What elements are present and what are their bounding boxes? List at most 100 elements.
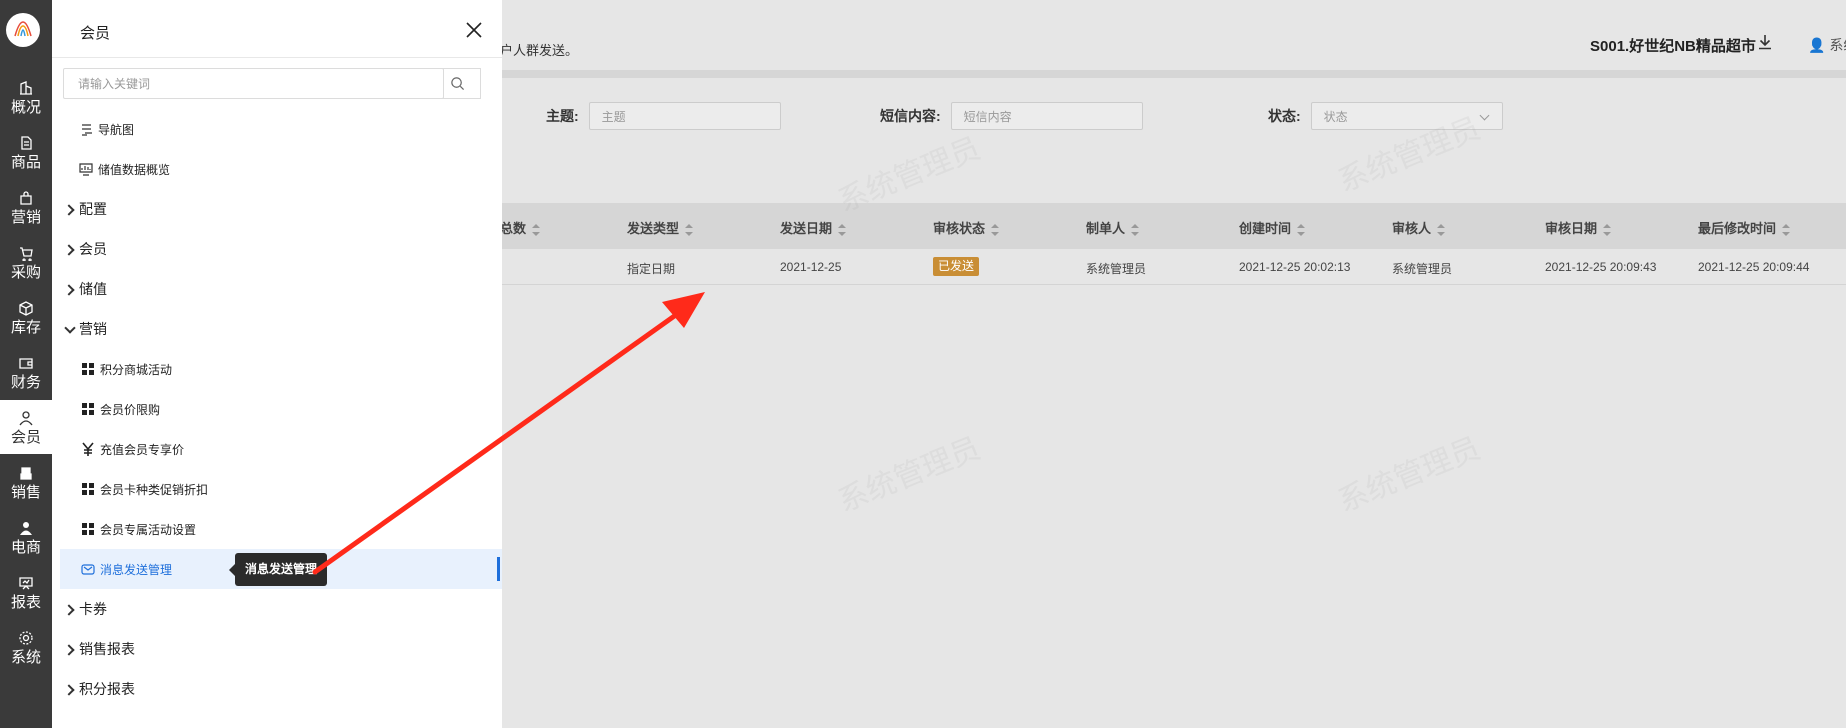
- rail-item-label: 系统: [10, 648, 41, 666]
- cell-send-type: 指定日期: [627, 262, 676, 276]
- sort-icon[interactable]: [1297, 223, 1306, 236]
- table-header: 总数 发送类型 发送日期 审核状态 制单人 创建时间 审核人 审核日期 最后修改…: [500, 203, 1846, 249]
- column-header-review-date[interactable]: 审核日期: [1545, 218, 1612, 237]
- rail-item-3[interactable]: 营销: [0, 180, 52, 234]
- menu-item-label: 积分报表: [79, 681, 135, 697]
- menu-item-6[interactable]: 营销: [60, 309, 502, 349]
- cart-icon: [17, 244, 35, 262]
- sort-icon[interactable]: [1437, 223, 1446, 236]
- rail-item-11[interactable]: 系统: [0, 620, 52, 674]
- menu-item-label: 储值: [79, 281, 107, 297]
- column-header-modified-at[interactable]: 最后修改时间: [1698, 218, 1791, 237]
- menu-item-label: 会员价限购: [100, 402, 161, 417]
- rail-item-4[interactable]: 采购: [0, 235, 52, 289]
- rail-item-label: 报表: [10, 593, 41, 611]
- sort-icon[interactable]: [838, 223, 847, 236]
- chevron-right-icon: [64, 644, 74, 654]
- drawer-header: 会员: [52, 0, 502, 58]
- menu-item-13[interactable]: 卡券: [60, 589, 502, 629]
- column-header-send-date[interactable]: 发送日期: [780, 218, 847, 237]
- column-header-reviewer[interactable]: 审核人: [1392, 218, 1446, 237]
- menu-item-5[interactable]: 储值: [60, 269, 502, 309]
- member-menu-drawer: 会员 导航图储值数据概览配置会员储值营销积分商城活动会员价限购充值会员专享价会员…: [52, 0, 502, 728]
- rail-item-2[interactable]: 商品: [0, 125, 52, 179]
- sms-content-input[interactable]: 短信内容: [950, 102, 1143, 130]
- menu-item-15[interactable]: 积分报表: [60, 669, 502, 709]
- chevron-right-icon: [64, 244, 74, 254]
- subject-filter: 主题: 主题: [546, 102, 781, 130]
- close-icon[interactable]: [464, 20, 484, 40]
- menu-item-3[interactable]: 配置: [60, 189, 502, 229]
- rail-item-label: 销售: [10, 483, 41, 501]
- yen-icon: [80, 441, 96, 457]
- column-header-created-at[interactable]: 创建时间: [1239, 218, 1306, 237]
- register-icon: [17, 464, 35, 482]
- menu-search-button[interactable]: [434, 68, 481, 99]
- cell-modified-at: 2021-12-25 20:09:44: [1698, 260, 1810, 274]
- cell-send-date: 2021-12-25: [780, 260, 842, 274]
- cell-created-at: 2021-12-25 20:02:13: [1239, 260, 1351, 274]
- store-name[interactable]: S001.好世纪NB精品超市: [1590, 35, 1756, 56]
- menu-item-1[interactable]: 导航图: [60, 109, 502, 149]
- menu-search-input[interactable]: [64, 69, 445, 98]
- watermark: 系统管理员: [833, 431, 986, 519]
- menu-item-8[interactable]: 会员价限购: [60, 389, 502, 429]
- rail-item-8[interactable]: 销售: [0, 455, 52, 509]
- column-header-total[interactable]: 总数: [500, 218, 541, 237]
- menu-item-2[interactable]: 储值数据概览: [60, 149, 502, 189]
- menu-item-11[interactable]: 会员专属活动设置: [60, 509, 502, 549]
- sort-icon[interactable]: [1782, 223, 1791, 236]
- cell-reviewer: 系统管理员: [1392, 262, 1453, 276]
- rail-item-1[interactable]: 概况: [0, 70, 52, 124]
- chevron-right-icon: [64, 284, 74, 294]
- column-header-send-type[interactable]: 发送类型: [627, 218, 694, 237]
- menu-item-14[interactable]: 销售报表: [60, 629, 502, 669]
- column-header-review-status[interactable]: 审核状态: [933, 218, 1000, 237]
- sort-icon[interactable]: [991, 223, 1000, 236]
- menu-item-label: 配置: [79, 201, 107, 217]
- rail-item-7[interactable]: 会员: [0, 400, 52, 454]
- rail-item-5[interactable]: 库存: [0, 290, 52, 344]
- user-icon: [17, 409, 35, 427]
- menu-item-tooltip: 消息发送管理: [228, 553, 328, 586]
- rail-item-9[interactable]: 电商: [0, 510, 52, 564]
- menu-item-label: 会员卡种类促销折扣: [100, 482, 209, 497]
- cell-review-date: 2021-12-25 20:09:43: [1545, 260, 1657, 274]
- watermark: 系统管理员: [1333, 431, 1486, 519]
- bag-icon: [17, 189, 35, 207]
- subject-input[interactable]: 主题: [588, 102, 781, 130]
- user-name: 系统: [1829, 37, 1846, 53]
- person-icon: [17, 519, 35, 537]
- selected-indicator: [497, 557, 500, 581]
- user-icon: 👤: [1808, 37, 1826, 53]
- sort-icon[interactable]: [1603, 223, 1612, 236]
- grid-icon: [80, 481, 96, 497]
- search-icon: [450, 77, 464, 91]
- subject-label: 主题:: [546, 108, 579, 124]
- rail-item-label: 会员: [10, 428, 41, 446]
- grid-icon: [80, 521, 96, 537]
- box-icon: [17, 299, 35, 317]
- sort-icon[interactable]: [1131, 223, 1140, 236]
- menu-item-10[interactable]: 会员卡种类促销折扣: [60, 469, 502, 509]
- rail-item-label: 电商: [10, 538, 41, 556]
- user-menu[interactable]: 👤 系统: [1808, 35, 1846, 55]
- table-row[interactable]: 指定日期 2021-12-25 系统管理员 2021-12-25 20:02:1…: [500, 249, 1846, 285]
- menu-search-box: [63, 68, 445, 99]
- menu-item-4[interactable]: 会员: [60, 229, 502, 269]
- menu-item-label: 消息发送管理: [100, 562, 173, 577]
- rail-item-label: 商品: [10, 153, 41, 171]
- sort-icon[interactable]: [532, 223, 541, 236]
- menu-item-9[interactable]: 充值会员专享价: [60, 429, 502, 469]
- arrow-head: [662, 292, 705, 328]
- menu-item-7[interactable]: 积分商城活动: [60, 349, 502, 389]
- rail-item-label: 营销: [10, 208, 41, 226]
- app-logo[interactable]: [6, 13, 40, 47]
- drawer-title: 会员: [80, 25, 111, 42]
- rail-item-6[interactable]: 财务: [0, 345, 52, 399]
- column-header-creator[interactable]: 制单人: [1086, 218, 1140, 237]
- rail-item-10[interactable]: 报表: [0, 565, 52, 619]
- menu-item-label: 积分商城活动: [100, 362, 173, 377]
- download-icon[interactable]: [1756, 33, 1774, 51]
- sort-icon[interactable]: [685, 223, 694, 236]
